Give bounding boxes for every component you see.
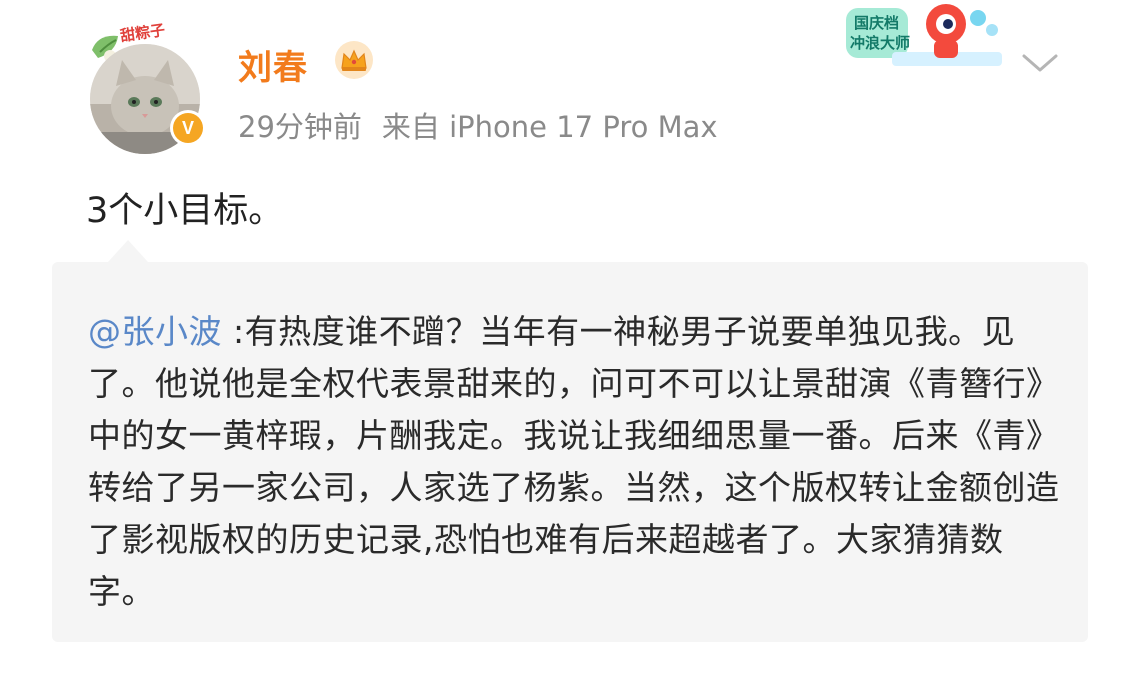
chevron-down-icon[interactable]	[1020, 50, 1060, 76]
repost-body: @张小波 :有热度谁不蹭？当年有一神秘男子说要单独见我。见了。他说他是全权代表景…	[88, 306, 1068, 618]
post-text: 3个小目标。	[86, 191, 284, 231]
avatar-area[interactable]: 甜粽子 V	[86, 20, 216, 154]
avatar-tag-text: 甜粽子	[119, 20, 167, 46]
post-time: 29分钟前	[238, 110, 362, 144]
verified-badge-icon: V	[170, 110, 206, 146]
activity-badge-line1: 国庆档	[854, 15, 900, 32]
repost-card[interactable]: @张小波 :有热度谁不蹭？当年有一神秘男子说要单独见我。见了。他说他是全权代表景…	[52, 262, 1088, 642]
crown-icon[interactable]	[334, 40, 374, 80]
mention-link[interactable]: @张小波	[88, 312, 222, 351]
post-meta: 29分钟前 来自 iPhone 17 Pro Max	[238, 104, 718, 146]
repost-text: :有热度谁不蹭？当年有一神秘男子说要单独见我。见了。他说他是全权代表景甜来的，问…	[88, 312, 1060, 611]
activity-badge-line2: 冲浪大师	[850, 35, 911, 52]
activity-badge[interactable]: 国庆档 冲浪大师	[842, 0, 1012, 80]
repost-pointer	[108, 240, 148, 262]
post-source: 来自 iPhone 17 Pro Max	[381, 110, 718, 144]
username[interactable]: 刘春	[238, 40, 308, 89]
